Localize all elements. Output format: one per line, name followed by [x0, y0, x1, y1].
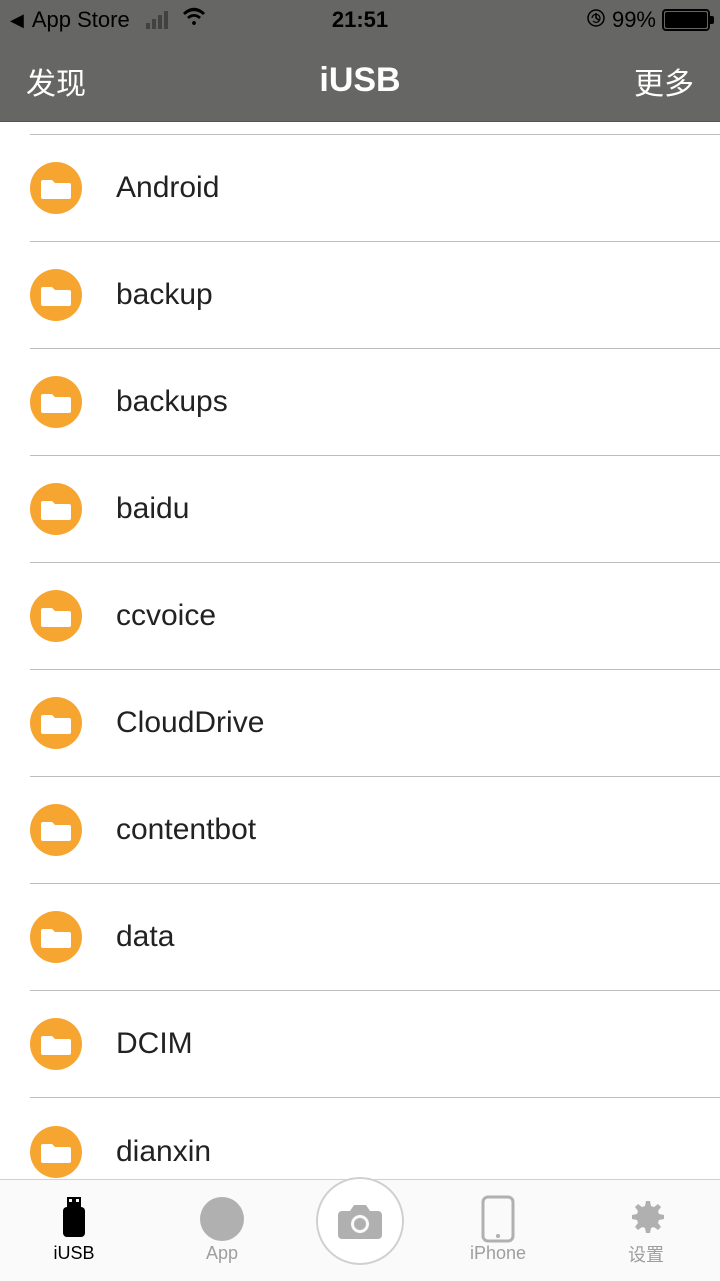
navigation-bar: 发现 iUSB 更多: [0, 40, 720, 122]
battery-percent: 99%: [612, 7, 656, 33]
battery-icon: [662, 9, 710, 31]
folder-name: contentbot: [116, 813, 256, 847]
folder-name: CloudDrive: [116, 706, 264, 740]
folder-name: dianxin: [116, 1135, 211, 1169]
folder-row[interactable]: dianxin: [30, 1098, 720, 1179]
tab-app-label: App: [206, 1243, 238, 1264]
folder-name: data: [116, 920, 174, 954]
tab-bar: iUSB App iPhone 设置: [0, 1179, 720, 1281]
wifi-icon: [182, 6, 206, 34]
nav-left-button[interactable]: 发现: [26, 59, 86, 103]
back-triangle-icon[interactable]: ◀: [10, 10, 24, 31]
camera-icon: [336, 1201, 384, 1241]
tab-app[interactable]: App: [162, 1197, 282, 1264]
folder-name: backup: [116, 278, 213, 312]
app-circle-icon: [200, 1197, 244, 1241]
gear-icon: [624, 1195, 668, 1239]
tab-iphone[interactable]: iPhone: [438, 1197, 558, 1264]
folder-row[interactable]: backups: [30, 349, 720, 456]
folder-icon: [30, 804, 82, 856]
tab-settings-label: 设置: [628, 1241, 664, 1267]
folder-row[interactable]: contentbot: [30, 777, 720, 884]
folder-row[interactable]: DCIM: [30, 991, 720, 1098]
nav-right-button[interactable]: 更多: [634, 59, 694, 103]
folder-icon: [30, 697, 82, 749]
folder-icon: [30, 162, 82, 214]
folder-name: backups: [116, 385, 228, 419]
folder-icon: [30, 1126, 82, 1178]
folder-row[interactable]: baidu: [30, 456, 720, 563]
folder-icon: [30, 376, 82, 428]
folder-row[interactable]: CloudDrive: [30, 670, 720, 777]
folder-row[interactable]: ccvoice: [30, 563, 720, 670]
folder-icon: [30, 911, 82, 963]
folder-icon: [30, 590, 82, 642]
usb-drive-icon: [52, 1197, 96, 1241]
folder-icon: [30, 269, 82, 321]
tab-camera[interactable]: [310, 1197, 410, 1265]
camera-button[interactable]: [316, 1177, 404, 1265]
iphone-icon: [476, 1197, 520, 1241]
cellular-signal-icon: [146, 11, 168, 29]
folder-icon: [30, 483, 82, 535]
tab-iusb-label: iUSB: [53, 1243, 94, 1264]
folder-name: DCIM: [116, 1027, 193, 1061]
tab-iphone-label: iPhone: [470, 1243, 526, 1264]
nav-title: iUSB: [319, 61, 400, 100]
folder-name: ccvoice: [116, 599, 216, 633]
folder-name: baidu: [116, 492, 189, 526]
folder-list: Android backup backups baidu ccvoice CloudDri…: [0, 122, 720, 1179]
folder-row[interactable]: backup: [30, 242, 720, 349]
folder-row[interactable]: Android: [30, 135, 720, 242]
folder-name: Android: [116, 171, 219, 205]
folder-row[interactable]: data: [30, 884, 720, 991]
folder-icon: [30, 1018, 82, 1070]
back-to-app-label[interactable]: App Store: [32, 7, 130, 33]
rotation-lock-icon: [586, 8, 606, 33]
tab-settings[interactable]: 设置: [586, 1195, 706, 1267]
status-bar: ◀ App Store 21:51 99%: [0, 0, 720, 40]
tab-iusb[interactable]: iUSB: [14, 1197, 134, 1264]
